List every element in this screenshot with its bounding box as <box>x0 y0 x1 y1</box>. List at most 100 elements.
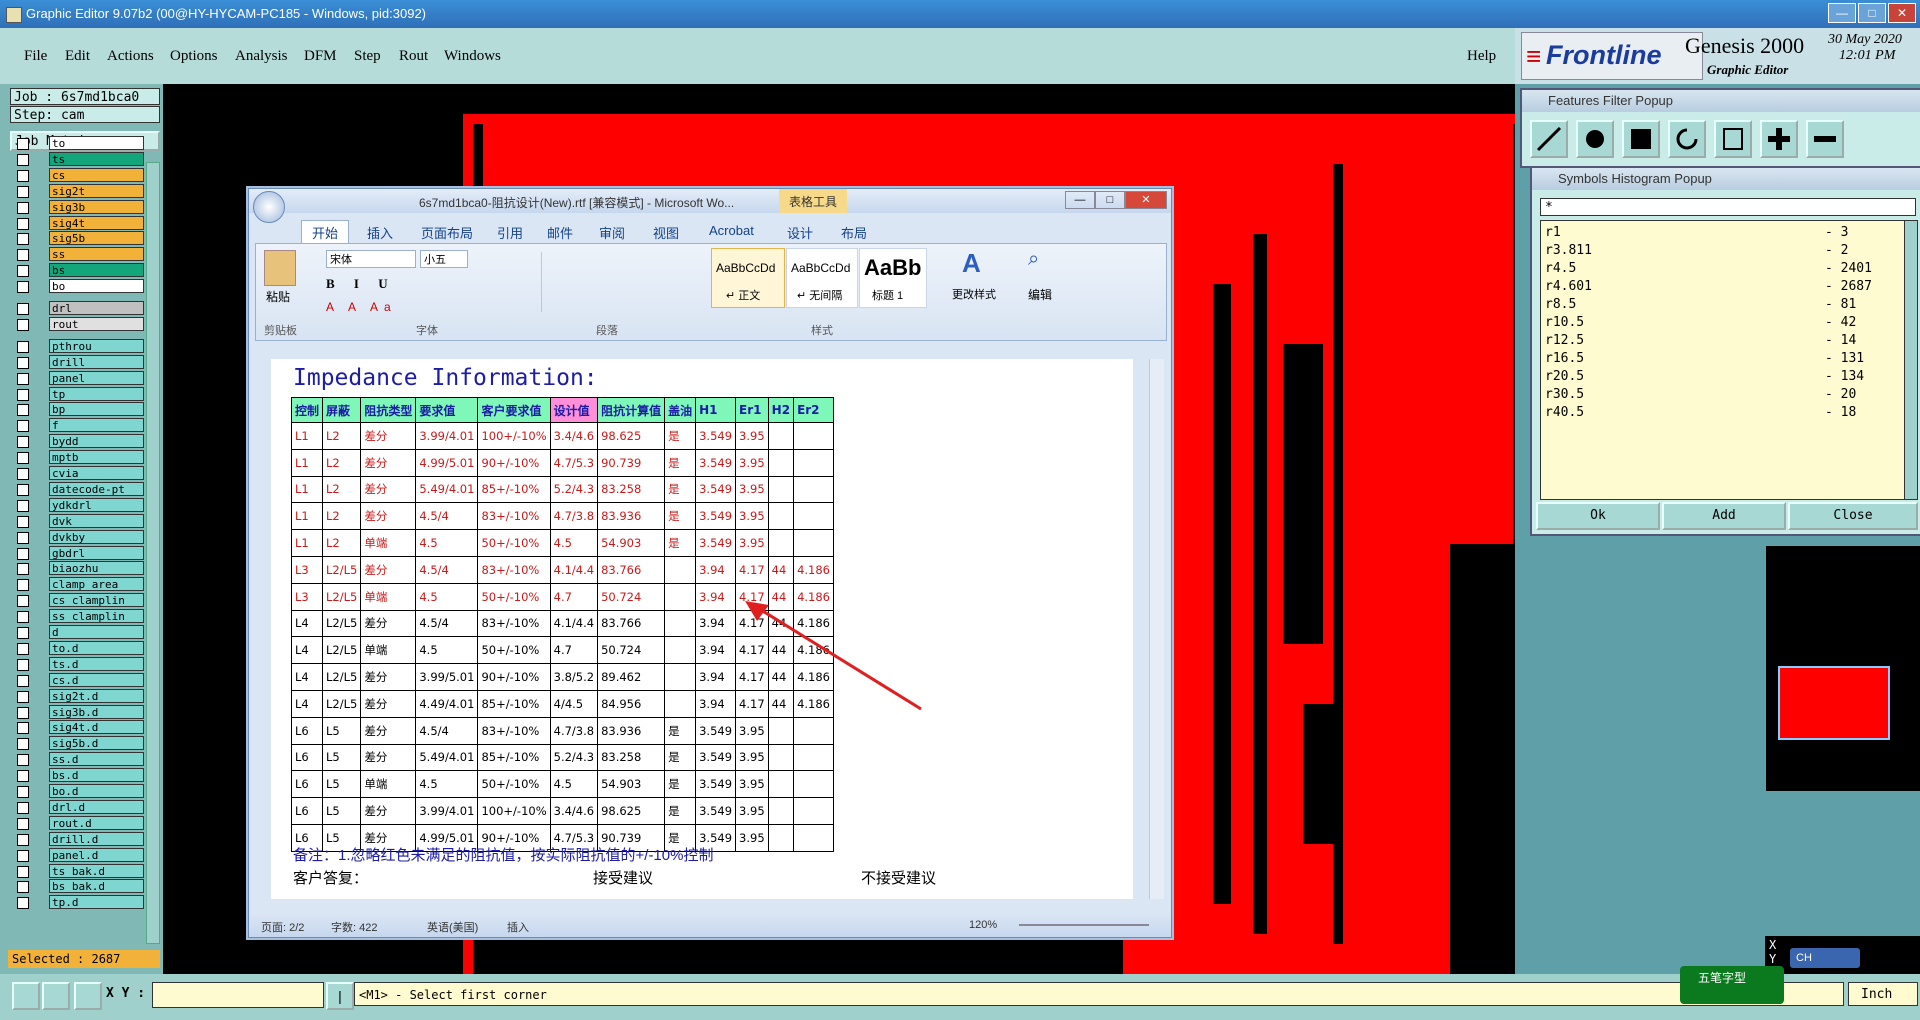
table-cell[interactable]: 3.549 <box>695 797 737 825</box>
layer-row[interactable]: cs <box>14 167 144 183</box>
layer-checkbox[interactable] <box>17 531 29 544</box>
table-cell[interactable]: 5.2/4.3 <box>549 475 599 504</box>
table-cell[interactable]: 4.5/4 <box>415 609 479 638</box>
table-cell[interactable] <box>793 743 834 772</box>
layer-row[interactable]: sig3b <box>14 199 144 215</box>
table-cell[interactable]: L1 <box>290 422 324 450</box>
table-cell[interactable]: 54.903 <box>597 529 666 557</box>
layer-row[interactable]: tp.d <box>14 895 144 910</box>
ime-toolbar[interactable]: 五笔字型 <box>1680 966 1784 1004</box>
layer-checkbox[interactable] <box>17 169 29 182</box>
symbol-row[interactable]: r20.5 - 134 <box>1545 369 1895 387</box>
ribbon-tab-4[interactable]: 邮件 <box>547 223 573 242</box>
table-cell[interactable]: 差分 <box>360 422 417 450</box>
layer-checkbox[interactable] <box>17 627 29 639</box>
table-cell[interactable]: L2/L5 <box>322 582 362 611</box>
table-cell[interactable]: 4.5 <box>415 529 479 557</box>
table-cell[interactable]: 4.5 <box>415 636 479 665</box>
layer-name[interactable]: cs <box>49 167 144 182</box>
layer-name[interactable]: ydkdrl <box>49 497 144 512</box>
layer-name[interactable]: bydd <box>49 434 144 449</box>
layer-checkbox[interactable] <box>17 138 29 150</box>
layer-row[interactable]: mptb <box>14 450 144 465</box>
symbol-row[interactable]: r4.601 - 2687 <box>1545 279 1895 297</box>
line-tool-icon[interactable] <box>1530 120 1568 158</box>
table-cell[interactable]: 4.7 <box>549 582 599 611</box>
table-cell[interactable]: L5 <box>322 743 362 772</box>
xy-input-toggle[interactable]: | <box>326 982 354 1010</box>
menu-help[interactable]: Help <box>1467 48 1496 65</box>
table-cell[interactable]: 4.5/4 <box>415 502 479 531</box>
layer-checkbox[interactable] <box>17 356 29 369</box>
symbol-row[interactable]: r3.811 - 2 <box>1545 243 1895 261</box>
layer-name[interactable]: datecode-pt <box>49 481 144 496</box>
table-cell[interactable]: L2/L5 <box>322 663 362 691</box>
menu-analysis[interactable]: Analysis <box>235 48 288 65</box>
table-cell[interactable] <box>767 422 795 450</box>
layer-checkbox[interactable] <box>17 372 29 385</box>
layer-checkbox[interactable] <box>17 468 29 480</box>
table-cell[interactable]: 是 <box>664 743 697 772</box>
layer-checkbox[interactable] <box>17 579 29 592</box>
table-cell[interactable]: 3.95 <box>735 716 769 745</box>
symbol-list[interactable]: r1 - 3 r3.811 - 2 r4.5 - 2401 r4.601 - 2687 r8.5… <box>1540 220 1906 500</box>
table-cell[interactable] <box>767 743 795 772</box>
layer-name[interactable]: sig5b.d <box>49 736 144 751</box>
layer-row[interactable]: clamp_area <box>14 577 144 592</box>
table-cell[interactable]: L3 <box>290 555 324 584</box>
table-cell[interactable] <box>767 770 795 799</box>
layer-name[interactable]: cs_clamplin <box>49 593 144 608</box>
table-cell[interactable]: 85+/-10% <box>477 475 551 504</box>
table-cell[interactable]: 是 <box>664 797 697 825</box>
layer-name[interactable]: ss_clamplin <box>49 609 144 624</box>
layer-checkbox[interactable] <box>17 201 29 214</box>
table-cell[interactable]: L4 <box>290 636 324 665</box>
table-cell[interactable]: 83+/-10% <box>477 555 551 584</box>
office-button[interactable] <box>253 191 285 223</box>
layer-name[interactable]: dvk <box>49 513 144 528</box>
minimize-button[interactable]: — <box>1828 3 1856 23</box>
table-cell[interactable]: 83.766 <box>597 555 666 584</box>
table-cell[interactable] <box>793 529 834 557</box>
table-cell[interactable]: 3.549 <box>695 475 737 504</box>
menu-step[interactable]: Step <box>354 48 381 65</box>
layer-name[interactable]: to <box>49 136 144 150</box>
table-cell[interactable]: 4.99/5.01 <box>415 448 479 477</box>
layer-name[interactable]: clamp_area <box>49 577 144 592</box>
table-cell[interactable]: 单端 <box>360 636 417 665</box>
table-cell[interactable]: 差分 <box>360 475 417 504</box>
table-cell[interactable]: 是 <box>664 475 697 504</box>
change-styles-icon[interactable]: A <box>962 248 981 279</box>
symbol-row[interactable]: r8.5 - 81 <box>1545 297 1895 315</box>
word-maximize-button[interactable]: □ <box>1095 191 1125 209</box>
table-cell[interactable]: 4.5 <box>549 529 599 557</box>
layer-row[interactable]: sig5b.d <box>14 736 144 751</box>
layer-row[interactable]: dvk <box>14 513 144 529</box>
table-cell[interactable]: 差分 <box>360 716 417 745</box>
font-color-buttons[interactable]: A A Aa <box>326 300 496 318</box>
table-cell[interactable] <box>767 716 795 745</box>
overview-viewport[interactable] <box>1778 666 1890 740</box>
table-tools-tab[interactable]: 表格工具 <box>779 189 848 213</box>
table-cell[interactable]: 差分 <box>360 743 417 772</box>
table-cell[interactable]: 50+/-10% <box>477 582 551 611</box>
table-cell[interactable]: 4.5/4 <box>415 555 479 584</box>
layer-checkbox[interactable] <box>17 786 29 798</box>
table-cell[interactable] <box>767 448 795 477</box>
status-zoom[interactable]: 120% <box>969 919 997 931</box>
paste-label[interactable]: 粘贴 <box>266 288 290 305</box>
table-cell[interactable]: 是 <box>664 422 697 450</box>
layer-row[interactable]: cs_clamplin <box>14 593 144 608</box>
table-cell[interactable]: 差分 <box>360 663 417 691</box>
symbol-row[interactable]: r30.5 - 20 <box>1545 387 1895 405</box>
layer-name[interactable]: drl.d <box>49 799 144 814</box>
table-cell[interactable]: L2/L5 <box>322 689 362 718</box>
layer-row[interactable]: ts_bak.d <box>14 863 144 879</box>
table-cell[interactable]: L4 <box>290 663 324 691</box>
layer-name[interactable]: biaozhu <box>49 561 144 576</box>
table-cell[interactable]: 5.2/4.3 <box>549 743 599 772</box>
layer-checkbox[interactable] <box>17 611 29 624</box>
ribbon-tab-5[interactable]: 审阅 <box>599 223 625 242</box>
layer-row[interactable]: sig2t.d <box>14 688 144 704</box>
table-cell[interactable]: L1 <box>290 448 324 477</box>
